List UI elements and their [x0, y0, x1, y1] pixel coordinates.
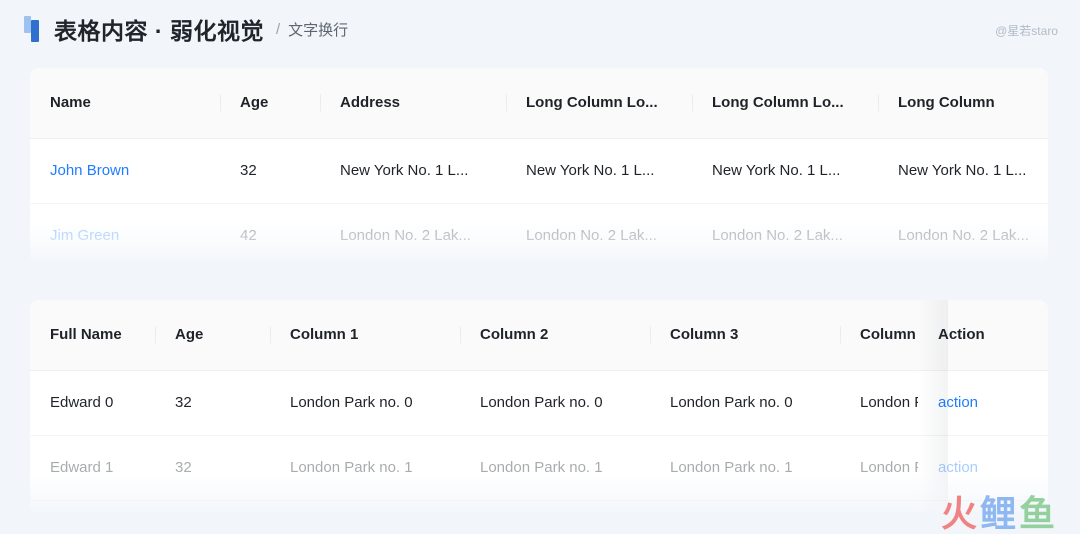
- cell-column-2: London Park no. 0: [460, 370, 650, 436]
- col-header-column-2[interactable]: Column 2: [460, 300, 650, 371]
- cell-name: John Brown: [30, 138, 220, 204]
- cell-address: London No. 2 Lak...: [320, 203, 506, 264]
- cell-full-name: Edward 0: [30, 370, 155, 436]
- col-header-age[interactable]: Age: [155, 300, 270, 371]
- table-row[interactable]: Edward 0 32 London Park no. 0 London Par…: [30, 370, 1048, 436]
- name-link[interactable]: Jim Green: [50, 227, 119, 244]
- cell-name: Jim Green: [30, 203, 220, 264]
- cell-column-1: London Park no. 0: [270, 370, 460, 436]
- cell-column-4: London Park no. 1: [840, 435, 918, 501]
- col-header-column-1[interactable]: Column 1: [270, 300, 460, 371]
- table-one-body: John Brown 32 New York No. 1 L... New Yo…: [30, 138, 1048, 264]
- table-one-card: Name Age Address Long Column Lo... Long …: [30, 68, 1048, 264]
- table-one: Name Age Address Long Column Lo... Long …: [30, 68, 1048, 264]
- cell-column-1: London Park no. 1: [270, 435, 460, 501]
- page-subtitle: 文字换行: [288, 21, 349, 39]
- cell-long-3: London No. 2 Lak...: [878, 203, 1048, 264]
- cell-long-3: New York No. 1 L...: [878, 138, 1048, 204]
- cell-column-2: London Park no. 1: [460, 435, 650, 501]
- cell-age: 32: [155, 435, 270, 501]
- cell-action: action: [918, 370, 1048, 436]
- cell-long-2: New York No. 1 L...: [692, 138, 878, 204]
- col-header-long-1[interactable]: Long Column Lo...: [506, 68, 692, 139]
- page-title: 表格内容 · 弱化视觉: [54, 18, 264, 44]
- watermark: 火鲤鱼: [941, 496, 1058, 532]
- watermark-char-2: 鲤: [979, 493, 1019, 534]
- table-two-header-row: Full Name Age Column 1 Column 2 Column 3…: [30, 300, 1048, 371]
- cell-age: 32: [155, 370, 270, 436]
- table-two: Full Name Age Column 1 Column 2 Column 3…: [30, 300, 1048, 501]
- cell-long-1: New York No. 1 L...: [506, 138, 692, 204]
- watermark-char-1: 火: [940, 493, 980, 534]
- logo-bar-left: [24, 16, 31, 33]
- author-handle: @星若staro: [995, 24, 1058, 38]
- cell-age: 32: [220, 138, 320, 204]
- col-header-age[interactable]: Age: [220, 68, 320, 139]
- col-header-full-name[interactable]: Full Name: [30, 300, 155, 371]
- bookmark-bars-icon: [24, 16, 42, 42]
- action-link[interactable]: action: [938, 459, 978, 476]
- cell-column-4: London Park no. 0: [840, 370, 918, 436]
- col-header-action[interactable]: Action: [918, 300, 1048, 371]
- title-separator: /: [275, 20, 281, 38]
- action-link[interactable]: action: [938, 394, 978, 411]
- cell-long-2: London No. 2 Lak...: [692, 203, 878, 264]
- cell-long-1: London No. 2 Lak...: [506, 203, 692, 264]
- table-row[interactable]: John Brown 32 New York No. 1 L... New Yo…: [30, 138, 1048, 204]
- name-link[interactable]: John Brown: [50, 162, 129, 179]
- watermark-char-3: 鱼: [1018, 493, 1058, 534]
- cell-full-name: Edward 1: [30, 435, 155, 501]
- col-header-long-3[interactable]: Long Column: [878, 68, 1048, 139]
- table-row[interactable]: Edward 1 32 London Park no. 1 London Par…: [30, 435, 1048, 501]
- col-header-column-3[interactable]: Column 3: [650, 300, 840, 371]
- cell-age: 42: [220, 203, 320, 264]
- cell-column-3: London Park no. 0: [650, 370, 840, 436]
- table-two-body: Edward 0 32 London Park no. 0 London Par…: [30, 370, 1048, 501]
- page-header: 表格内容 · 弱化视觉 / 文字换行: [0, 0, 1080, 58]
- col-header-long-2[interactable]: Long Column Lo...: [692, 68, 878, 139]
- table-two-card: Full Name Age Column 1 Column 2 Column 3…: [30, 300, 1048, 515]
- cell-column-3: London Park no. 1: [650, 435, 840, 501]
- col-header-name[interactable]: Name: [30, 68, 220, 139]
- logo-bar-right: [31, 20, 39, 42]
- cell-action: action: [918, 435, 1048, 501]
- col-header-column-4[interactable]: Column 4: [840, 300, 918, 371]
- cell-address: New York No. 1 L...: [320, 138, 506, 204]
- table-row[interactable]: Jim Green 42 London No. 2 Lak... London …: [30, 203, 1048, 264]
- table-two-head: Full Name Age Column 1 Column 2 Column 3…: [30, 300, 1048, 371]
- table-one-header-row: Name Age Address Long Column Lo... Long …: [30, 68, 1048, 139]
- table-one-head: Name Age Address Long Column Lo... Long …: [30, 68, 1048, 139]
- col-header-address[interactable]: Address: [320, 68, 506, 139]
